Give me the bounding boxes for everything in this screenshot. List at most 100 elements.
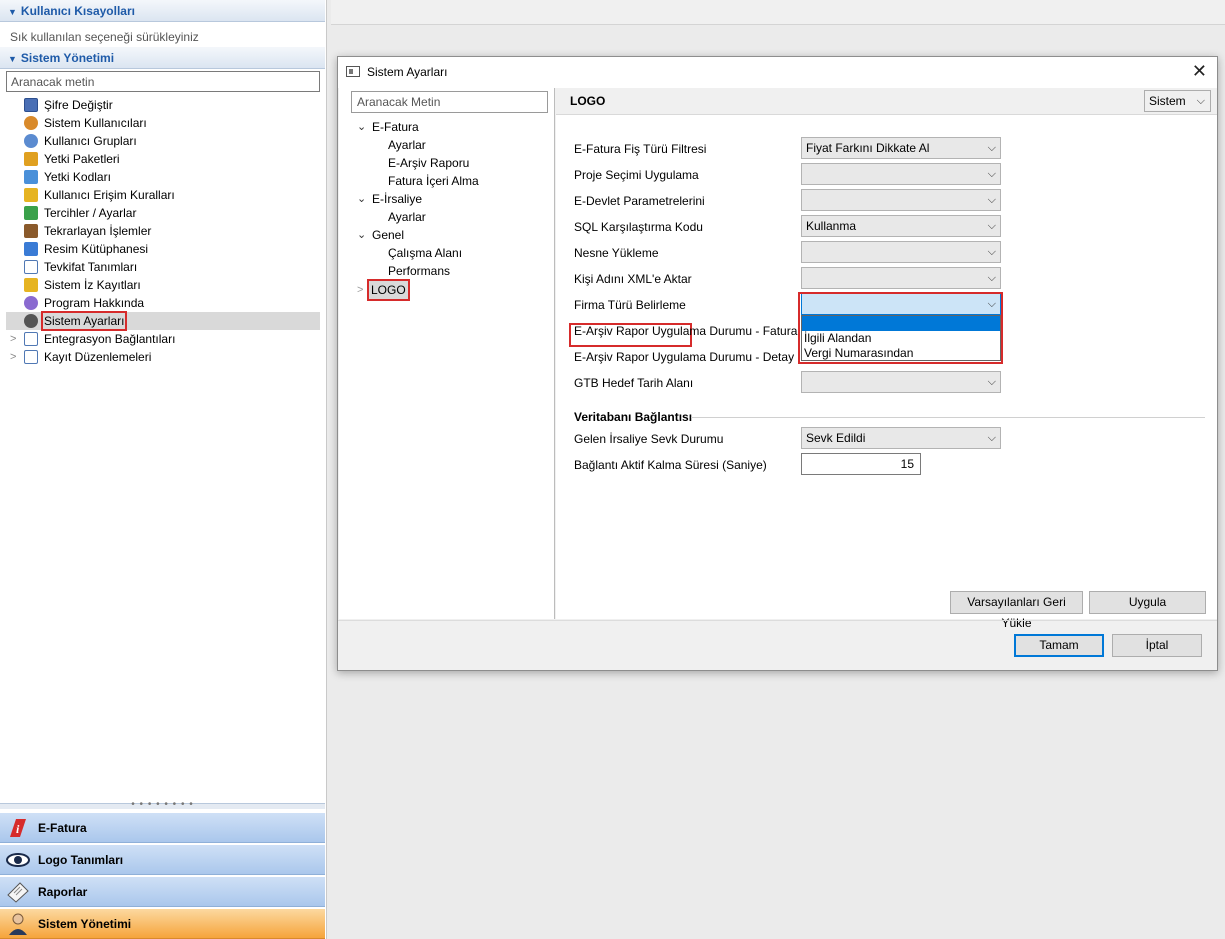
setting-label: SQL Karşılaştırma Kodu: [574, 220, 703, 234]
bottom-button-label: Raporlar: [38, 885, 88, 899]
nav-item-label: Kullanıcı Grupları: [44, 134, 137, 148]
chevron-down-icon: ⌵: [987, 220, 996, 232]
nav-item-tevkifat-tanimlari[interactable]: Tevkifat Tanımları: [6, 258, 320, 276]
chevron-down-icon[interactable]: ⌄: [357, 118, 366, 136]
bottom-button-logo-tanimlari[interactable]: Logo Tanımları: [0, 844, 325, 875]
nav-item-label: Yetki Paketleri: [44, 152, 120, 166]
nav-item-entegrasyon-baglantilari[interactable]: > Entegrasyon Bağlantıları: [6, 330, 320, 348]
tree-node-eirsaliye-ayarlar[interactable]: Ayarlar: [339, 208, 554, 226]
tree-node-genel[interactable]: ⌄ Genel: [339, 226, 554, 244]
efatura-fis-turu-filtresi-select[interactable]: Fiyat Farkını Dikkate Al ⌵: [801, 137, 1001, 159]
nav-item-label: Entegrasyon Bağlantıları: [44, 332, 176, 346]
tree-node-performans[interactable]: Performans: [339, 262, 554, 280]
scope-select-value: Sistem: [1149, 94, 1186, 108]
tree-node-efatura[interactable]: ⌄ E-Fatura: [339, 118, 554, 136]
nav-item-label: Sistem İz Kayıtları: [44, 278, 141, 292]
tree-node-logo[interactable]: > LOGO: [339, 279, 554, 301]
sql-karsilastirma-select[interactable]: Kullanma ⌵: [801, 215, 1001, 237]
edevlet-parametreleri-select[interactable]: ⌵: [801, 189, 1001, 211]
nav-item-label: Tercihler / Ayarlar: [44, 206, 137, 220]
bottom-button-raporlar[interactable]: Raporlar: [0, 876, 325, 907]
highlight-frame: [798, 292, 1003, 364]
tree-node-label: Ayarlar: [388, 138, 426, 152]
footer-divider: [338, 620, 1217, 621]
scope-select[interactable]: Sistem ⌵: [1144, 90, 1211, 112]
user-groups-icon: [24, 134, 38, 148]
nav-item-label: Sistem Kullanıcıları: [44, 116, 147, 130]
gelen-irsaliye-sevk-select[interactable]: Sevk Edildi ⌵: [801, 427, 1001, 449]
connections-icon: [24, 332, 38, 346]
tree-node-calisma-alani[interactable]: Çalışma Alanı: [339, 244, 554, 262]
close-icon[interactable]: ✕: [1192, 61, 1207, 82]
tree-node-eirsaliye[interactable]: ⌄ E-İrsaliye: [339, 190, 554, 208]
tree-search-input[interactable]: [351, 91, 548, 113]
nav-item-erisim-kurallari[interactable]: Kullanıcı Erişim Kuralları: [6, 186, 320, 204]
nav-item-label: Şifre Değiştir: [44, 98, 113, 112]
nav-item-sifre-degistir[interactable]: Şifre Değiştir: [6, 96, 320, 114]
tree-node-label: E-Fatura: [372, 120, 419, 134]
chevron-down-icon[interactable]: ⌄: [357, 226, 366, 244]
cancel-button[interactable]: İptal: [1112, 634, 1202, 657]
expand-chevron-icon[interactable]: >: [10, 330, 16, 348]
bottom-button-label: Sistem Yönetimi: [38, 917, 132, 931]
setting-label: E-Devlet Parametrelerini: [574, 194, 705, 208]
system-menu-list: Şifre Değiştir Sistem Kullanıcıları Kull…: [6, 96, 320, 366]
key-icon: [24, 152, 38, 166]
select-value: Fiyat Farkını Dikkate Al: [806, 141, 930, 155]
tree-node-efatura-ayarlar[interactable]: Ayarlar: [339, 136, 554, 154]
chevron-down-icon: ⌵: [987, 376, 996, 388]
collapse-triangle-icon: ▼: [8, 7, 17, 17]
nav-item-yetki-paketleri[interactable]: Yetki Paketleri: [6, 150, 320, 168]
tree-node-fatura-iceri-alma[interactable]: Fatura İçeri Alma: [339, 172, 554, 190]
collapse-triangle-icon: ▼: [8, 54, 17, 64]
dialog-titlebar[interactable]: Sistem Ayarları ✕: [338, 57, 1217, 88]
shortcuts-header[interactable]: ▼ Kullanıcı Kısayolları: [0, 0, 325, 22]
tree-node-label: Ayarlar: [388, 210, 426, 224]
kisi-adi-xml-select[interactable]: ⌵: [801, 267, 1001, 289]
nav-item-label: Resim Kütüphanesi: [44, 242, 149, 256]
apply-button[interactable]: Uygula: [1089, 591, 1206, 614]
nav-item-label: Tekrarlayan İşlemler: [44, 224, 152, 238]
gtb-hedef-tarih-select[interactable]: ⌵: [801, 371, 1001, 393]
nav-item-resim-kutuphanesi[interactable]: Resim Kütüphanesi: [6, 240, 320, 258]
nav-item-kullanici-gruplari[interactable]: Kullanıcı Grupları: [6, 132, 320, 150]
bottom-button-e-fatura[interactable]: i E-Fatura: [0, 812, 325, 843]
nav-item-tekrarlayan-islemler[interactable]: Tekrarlayan İşlemler: [6, 222, 320, 240]
panel-splitter[interactable]: • • • • • • • •: [0, 800, 325, 810]
dialog-title: Sistem Ayarları: [367, 65, 448, 79]
nav-item-kayit-duzenlemeleri[interactable]: > Kayıt Düzenlemeleri: [6, 348, 320, 366]
baglanti-suresi-input[interactable]: 15: [801, 453, 921, 475]
nav-item-label: Yetki Kodları: [44, 170, 111, 184]
chevron-down-icon[interactable]: ⌄: [357, 190, 366, 208]
nav-item-sistem-iz-kayitlari[interactable]: Sistem İz Kayıtları: [6, 276, 320, 294]
nav-item-sistem-ayarlari[interactable]: Sistem Ayarları: [6, 311, 320, 331]
chevron-right-icon[interactable]: >: [357, 281, 363, 299]
setting-label: E-Arşiv Rapor Uygulama Durumu - Detay: [574, 350, 795, 364]
system-management-header[interactable]: ▼ Sistem Yönetimi: [0, 47, 325, 69]
users-icon: [24, 116, 38, 130]
nav-item-yetki-kodlari[interactable]: Yetki Kodları: [6, 168, 320, 186]
document-tab-strip: [331, 0, 1225, 25]
chevron-down-icon: ⌵: [987, 194, 996, 206]
tree-node-earsiv-raporu[interactable]: E-Arşiv Raporu: [339, 154, 554, 172]
nav-item-program-hakkinda[interactable]: Program Hakkında: [6, 294, 320, 312]
tree-node-label: Fatura İçeri Alma: [388, 174, 479, 188]
tree-node-label: E-Arşiv Raporu: [388, 156, 470, 170]
nav-item-tercihler[interactable]: Tercihler / Ayarlar: [6, 204, 320, 222]
left-search-input[interactable]: [6, 71, 320, 92]
chevron-down-icon: ⌵: [1196, 95, 1205, 107]
restore-defaults-button[interactable]: Varsayılanları Geri Yükle: [950, 591, 1083, 630]
nesne-yukleme-select[interactable]: ⌵: [801, 241, 1001, 263]
warning-icon: [24, 278, 38, 292]
expand-chevron-icon[interactable]: >: [10, 348, 16, 366]
window-icon: [346, 66, 360, 77]
nav-item-label: Program Hakkında: [44, 296, 145, 310]
tree-node-label: E-İrsaliye: [372, 192, 423, 206]
nav-item-sistem-kullanicilari[interactable]: Sistem Kullanıcıları: [6, 114, 320, 132]
bottom-button-sistem-yonetimi[interactable]: Sistem Yönetimi: [0, 908, 325, 939]
ok-button[interactable]: Tamam: [1014, 634, 1104, 657]
records-icon: [24, 350, 38, 364]
page-title: LOGO: [570, 94, 606, 108]
proje-secimi-select[interactable]: ⌵: [801, 163, 1001, 185]
key-icon: [24, 170, 38, 184]
